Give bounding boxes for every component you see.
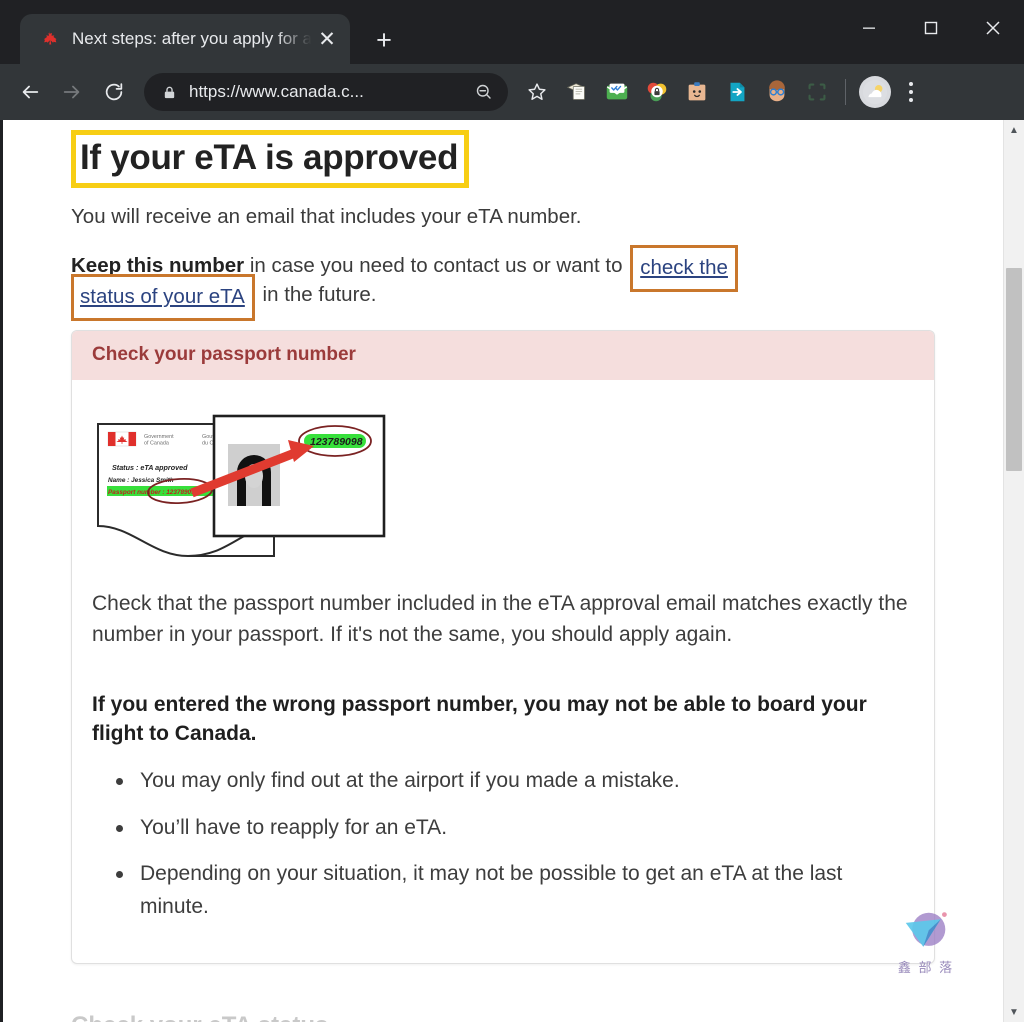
browser-toolbar: https://www.canada.c... — [0, 64, 1024, 120]
intro-paragraph: You will receive an email that includes … — [71, 205, 582, 229]
email-passport-line: Passport number : 123789098 — [108, 489, 199, 496]
screenshot-capture-extension-icon[interactable] — [798, 73, 836, 111]
email-status-line: Status : eTA approved — [112, 463, 188, 472]
watermark-text: 鑫 部 落 — [897, 960, 955, 975]
wordmark-en-line1: Government — [144, 434, 174, 440]
page-viewport: If your eTA is approved You will receive… — [0, 120, 1024, 1022]
scrollbar-thumb[interactable] — [1006, 268, 1022, 471]
mail-check-extension-icon[interactable] — [598, 73, 636, 111]
check-status-link-box-line2[interactable]: status of your eTA — [71, 274, 255, 322]
next-section-heading-partial: Check your eTA status — [71, 1012, 571, 1022]
profile-avatar[interactable] — [859, 76, 891, 108]
passport-check-card: Check your passport number Government of… — [71, 329, 935, 965]
keep-number-tail-text: in the future. — [256, 283, 377, 307]
list-item: You may only find out at the airport if … — [102, 765, 914, 798]
check-status-link-box-line1[interactable]: check the — [630, 245, 738, 293]
bookmark-star-icon[interactable] — [518, 73, 556, 111]
clipboard-face-extension-icon[interactable] — [678, 73, 716, 111]
minimize-button[interactable] — [838, 0, 900, 56]
xin-buluo-logo-icon — [905, 912, 947, 947]
browser-menu-button[interactable] — [893, 73, 929, 111]
eta-approval-email-and-passport-illustration: Government of Canada Gouvernement du Can… — [92, 406, 392, 566]
kebab-dot — [909, 98, 913, 102]
keep-number-mid-text: in case you need to contact us or want t… — [244, 254, 629, 278]
zoom-out-icon[interactable] — [474, 82, 494, 102]
forward-button[interactable] — [52, 72, 92, 112]
keep-number-paragraph: Keep this number in case you need to con… — [71, 245, 951, 322]
card-paragraph: Check that the passport number included … — [92, 591, 908, 647]
url-text: https://www.canada.c... — [189, 82, 364, 101]
tab-title: Next steps: after you apply for an eTA — [72, 29, 314, 48]
back-button[interactable] — [10, 72, 50, 112]
send-to-device-extension-icon[interactable] — [718, 73, 756, 111]
close-window-button[interactable] — [962, 0, 1024, 56]
consequences-list: You may only find out at the airport if … — [102, 765, 914, 923]
tab-close-button[interactable]: ✕ — [314, 26, 340, 52]
wordmark-en-line2: of Canada — [144, 440, 169, 446]
toolbar-divider — [845, 79, 846, 105]
address-bar[interactable]: https://www.canada.c... — [144, 73, 508, 111]
window-controls — [838, 0, 1024, 56]
copy-documents-extension-icon[interactable] — [558, 73, 596, 111]
tab-strip: Next steps: after you apply for an eTA ✕… — [0, 0, 1024, 64]
card-warning: If you entered the wrong passport number… — [92, 693, 867, 746]
kebab-dot — [909, 82, 913, 86]
browser-tab[interactable]: Next steps: after you apply for an eTA ✕ — [20, 14, 350, 64]
check-status-link-part2[interactable]: status of your eTA — [80, 285, 245, 308]
passport-number-text: 123789098 — [310, 436, 363, 448]
list-item: Depending on your situation, it may not … — [102, 858, 914, 923]
web-page-content: If your eTA is approved You will receive… — [0, 120, 1003, 1022]
card-header-title: Check your passport number — [72, 330, 934, 380]
reload-button[interactable] — [94, 72, 134, 112]
card-body: Government of Canada Gouvernement du Can… — [72, 380, 934, 964]
page-scrollbar[interactable]: ▲ ▼ — [1003, 120, 1024, 1022]
scroll-up-arrow[interactable]: ▲ — [1004, 120, 1024, 140]
check-status-link-part1[interactable]: check the — [640, 256, 728, 279]
maximize-button[interactable] — [900, 0, 962, 56]
kebab-dot — [909, 90, 913, 94]
scroll-down-arrow[interactable]: ▼ — [1004, 1002, 1024, 1022]
site-watermark: 鑫 部 落 — [883, 910, 969, 976]
maple-leaf-icon — [38, 28, 60, 50]
browser-window: Next steps: after you apply for an eTA ✕… — [0, 0, 1024, 1022]
reader-avatar-extension-icon[interactable] — [758, 73, 796, 111]
new-tab-button[interactable]: + — [364, 20, 404, 60]
list-item: You’ll have to reapply for an eTA. — [102, 812, 914, 845]
password-manager-extension-icon[interactable] — [638, 73, 676, 111]
page-title: If your eTA is approved — [71, 130, 470, 189]
lock-icon — [162, 85, 177, 100]
